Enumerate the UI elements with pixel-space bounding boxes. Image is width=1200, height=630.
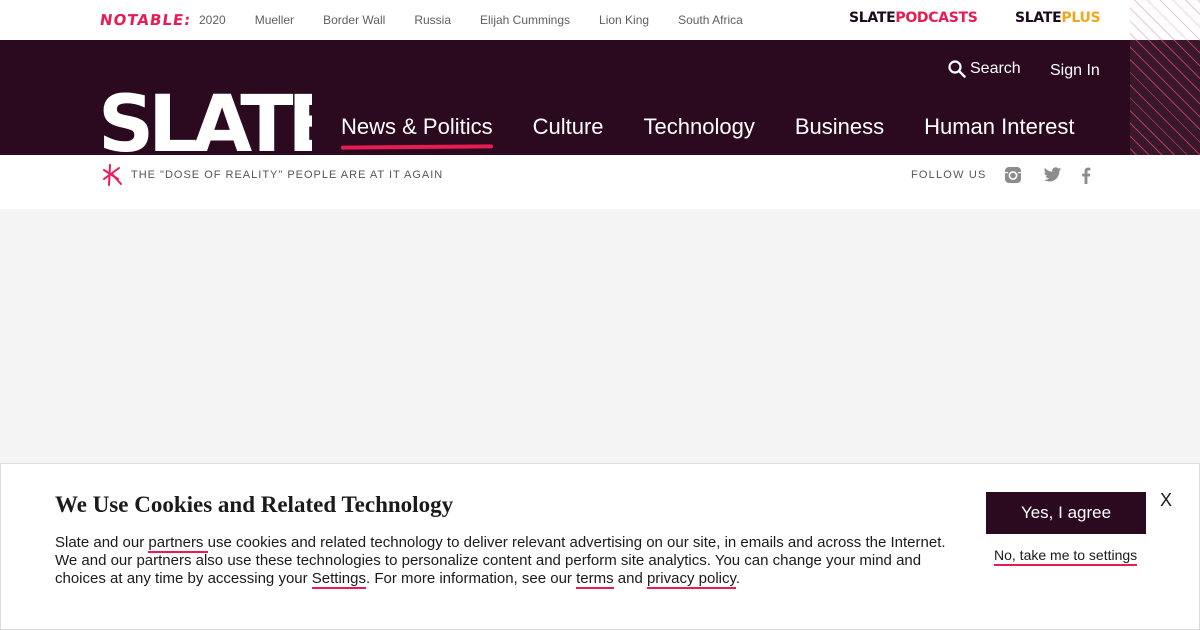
site-header: Search Sign In SLATE News & Politics Cul…	[0, 40, 1200, 155]
headline-tease-link[interactable]: THE "DOSE OF REALITY" PEOPLE ARE AT IT A…	[131, 169, 443, 181]
cookie-text-3: . For more information, see our	[366, 570, 577, 587]
slate-podcasts-link[interactable]: SLATEPODCASTS	[849, 10, 978, 26]
plus-label: PLUS	[1061, 10, 1101, 26]
partners-link[interactable]: partners	[148, 534, 208, 553]
main-nav: News & Politics Culture Technology Busin…	[341, 114, 1115, 140]
close-icon[interactable]: X	[1160, 490, 1172, 511]
slate-logo[interactable]: SLATE	[100, 92, 312, 155]
trending-link-border-wall[interactable]: Border Wall	[323, 13, 385, 27]
sign-in-link[interactable]: Sign In	[1050, 62, 1100, 80]
search-icon	[948, 60, 966, 78]
search-button[interactable]: Search	[948, 60, 1021, 78]
cookie-text-1: Slate and our	[55, 534, 149, 551]
settings-link[interactable]: Settings	[311, 570, 366, 589]
instagram-icon[interactable]	[1003, 165, 1023, 185]
cookie-text-4: and	[613, 570, 647, 587]
podcasts-brand: SLATE	[849, 10, 896, 26]
search-label: Search	[970, 60, 1021, 77]
decorative-stripes-top	[1130, 0, 1200, 40]
nav-human-interest[interactable]: Human Interest	[924, 114, 1074, 140]
trending-link-south-africa[interactable]: South Africa	[678, 13, 743, 27]
cookie-text: Slate and our partners use cookies and r…	[55, 534, 955, 589]
spark-icon	[103, 164, 122, 186]
follow-us-label: FOLLOW US	[911, 169, 987, 181]
trending-links: 2020 Mueller Border Wall Russia Elijah C…	[199, 13, 772, 27]
podcasts-label: PODCASTS	[895, 10, 978, 26]
top-bar: NOTABLE: 2020 Mueller Border Wall Russia…	[0, 0, 1200, 40]
privacy-policy-link[interactable]: privacy policy	[646, 570, 736, 589]
take-me-to-settings-link[interactable]: No, take me to settings	[994, 547, 1138, 566]
plus-brand: SLATE	[1015, 10, 1062, 26]
nav-news-politics[interactable]: News & Politics	[341, 114, 493, 140]
nav-culture[interactable]: Culture	[533, 114, 604, 140]
notable-label: NOTABLE:	[98, 11, 193, 29]
terms-link[interactable]: terms	[576, 570, 614, 589]
cookie-text-5: .	[735, 570, 741, 587]
cookie-title: We Use Cookies and Related Technology	[55, 492, 454, 517]
trending-link-lion-king[interactable]: Lion King	[599, 13, 649, 27]
twitter-icon[interactable]	[1042, 165, 1062, 185]
cookie-consent-banner: We Use Cookies and Related Technology Sl…	[0, 463, 1200, 630]
facebook-icon[interactable]	[1076, 165, 1096, 185]
nav-technology[interactable]: Technology	[644, 114, 755, 140]
agree-button[interactable]: Yes, I agree	[986, 492, 1146, 534]
trending-link-mueller[interactable]: Mueller	[255, 13, 294, 27]
slate-plus-link[interactable]: SLATEPLUS	[1015, 10, 1101, 26]
logo-text: SLATE	[100, 92, 312, 155]
nav-business[interactable]: Business	[795, 114, 884, 140]
trending-link-elijah-cummings[interactable]: Elijah Cummings	[480, 13, 570, 27]
sub-bar: THE "DOSE OF REALITY" PEOPLE ARE AT IT A…	[0, 155, 1200, 209]
trending-link-2020[interactable]: 2020	[199, 13, 226, 27]
trending-link-russia[interactable]: Russia	[414, 13, 451, 27]
